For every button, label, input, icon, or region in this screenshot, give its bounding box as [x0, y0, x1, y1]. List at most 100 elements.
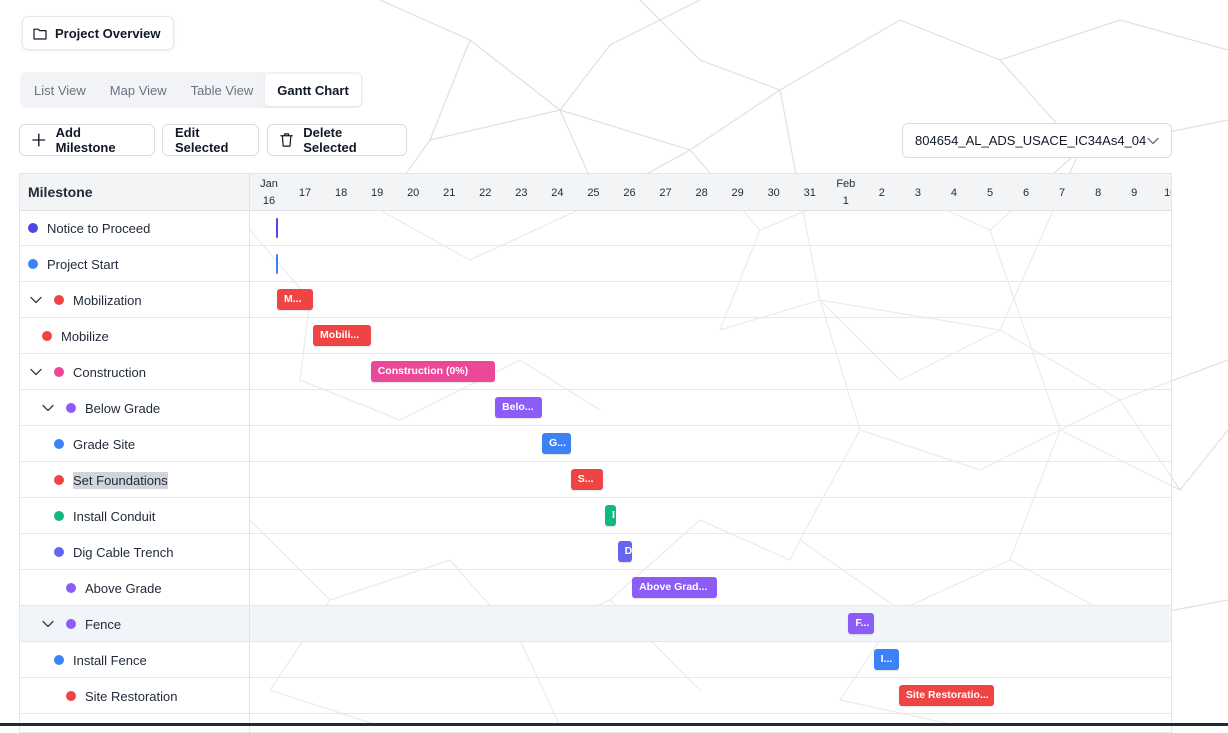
gantt-bar[interactable]: Site Restoratio... [898, 685, 995, 706]
tab-map-view[interactable]: Map View [98, 74, 179, 106]
delete-selected-button[interactable]: Delete Selected [267, 124, 407, 156]
project-overview-label: Project Overview [55, 25, 161, 41]
status-dot [54, 547, 64, 557]
gantt-bar[interactable]: F... [848, 613, 874, 634]
milestone-row-label[interactable]: Set Foundations [54, 462, 168, 498]
gantt-bar[interactable]: Belo... [495, 397, 542, 418]
milestone-name: Notice to Proceed [47, 220, 151, 236]
timeline-day-label: 19 [371, 187, 384, 199]
status-dot [66, 583, 76, 593]
project-select-value: 804654_AL_ADS_USACE_IC34As4_04 [915, 133, 1147, 148]
gantt-row[interactable]: Below Grade Belo... [20, 390, 1171, 426]
timeline-day-label: 23 [515, 187, 528, 199]
gantt-bar[interactable]: Above Grad... [632, 577, 717, 598]
status-dot [54, 475, 64, 485]
milestone-name: Fence [85, 616, 122, 632]
chevron-down-icon[interactable] [29, 365, 43, 379]
timeline-month-label: Feb [836, 178, 856, 190]
gantt-row[interactable]: Notice to Proceed [20, 210, 1171, 246]
milestone-row-label[interactable]: Mobilize [42, 318, 109, 354]
timeline-day-label: 25 [587, 187, 600, 199]
delete-selected-label: Delete Selected [303, 125, 357, 155]
milestone-name: Site Restoration [85, 688, 178, 704]
gantt-bar[interactable]: M... [277, 289, 314, 310]
gantt-bar[interactable]: Construction (0%) [370, 361, 496, 382]
timeline-day-label: 22 [479, 187, 492, 199]
timeline-day-label: 8 [1095, 187, 1102, 199]
timeline-day-label: 24 [551, 187, 564, 199]
timeline-day-label: 18 [334, 187, 348, 199]
timeline-day-label: 28 [695, 187, 708, 199]
timeline-day-label: 21 [443, 187, 456, 199]
add-milestone-button[interactable]: Add Milestone [19, 124, 155, 156]
gantt-bar[interactable]: Mobili... [313, 325, 371, 346]
tab-list-view[interactable]: List View [22, 74, 98, 106]
milestone-name: Grade Site [73, 436, 136, 452]
milestone-row-label[interactable]: Construction [29, 354, 146, 390]
timeline-month-label: Jan [260, 178, 278, 190]
chevron-down-icon [1147, 137, 1159, 144]
timeline-day-label: 29 [731, 187, 744, 199]
milestone-row-label[interactable]: Mobilization [29, 282, 142, 318]
gantt-header: Milestone Jan 16 17 18 19 20 21 22 23 24 25 26 27 28 2… [20, 174, 1171, 211]
gantt-row[interactable]: Dig Cable Trench D [20, 534, 1171, 570]
milestone-column-header: Milestone [28, 184, 93, 200]
milestone-row-label[interactable]: Project Start [28, 246, 119, 282]
gantt-bar[interactable]: S... [570, 469, 604, 490]
view-tabs: List View Map View Table View Gantt Char… [20, 72, 363, 108]
gantt-row[interactable]: Grade Site G... [20, 426, 1171, 462]
timeline-day-label: 2 [878, 187, 885, 199]
milestone-row-label[interactable]: Install Fence [54, 642, 147, 678]
milestone-row-label[interactable]: Above Grade [66, 570, 162, 606]
timeline-day-label: 30 [767, 187, 780, 199]
gantt-chart: Milestone Jan 16 17 18 19 20 21 22 23 24 25 26 27 28 2… [19, 173, 1172, 733]
gantt-bar[interactable]: G... [541, 433, 571, 454]
add-milestone-label: Add Milestone [55, 125, 116, 155]
gantt-bar[interactable]: D [617, 541, 633, 562]
milestone-row-label[interactable]: Site Restoration [66, 678, 178, 714]
chevron-down-icon[interactable] [41, 617, 55, 631]
project-select[interactable]: 804654_AL_ADS_USACE_IC34As4_04 [902, 123, 1172, 158]
gantt-row[interactable]: Project Start [20, 246, 1171, 282]
status-dot [66, 619, 76, 629]
milestone-row-label[interactable]: Dig Cable Trench [54, 534, 173, 570]
milestone-row-label[interactable]: Fence [41, 606, 121, 642]
gantt-row[interactable]: Install Conduit I [20, 498, 1171, 534]
milestone-row-label[interactable]: Install Conduit [54, 498, 155, 534]
gantt-row[interactable]: Above Grade Above Grad... [20, 570, 1171, 606]
tab-label: List View [34, 82, 86, 98]
milestone-row-label[interactable]: Grade Site [54, 426, 135, 462]
chevron-down-icon[interactable] [29, 293, 43, 307]
gantt-row[interactable]: Fence F... [20, 606, 1171, 642]
timeline-day-label: 9 [1131, 187, 1138, 199]
plus-icon [32, 133, 46, 147]
chevron-down-icon[interactable] [41, 401, 55, 415]
milestone-marker[interactable] [276, 218, 278, 238]
milestone-name: Below Grade [85, 400, 161, 416]
column-divider[interactable] [249, 174, 250, 732]
milestone-name: Install Fence [73, 652, 147, 668]
gantt-row[interactable]: Site Restoration Site Restoratio... [20, 678, 1171, 714]
milestone-marker[interactable] [276, 254, 278, 274]
milestone-name: Construction [73, 364, 146, 380]
gantt-row[interactable]: Mobilization M... [20, 282, 1171, 318]
timeline-day-label: 31 [803, 187, 816, 199]
milestone-name: Above Grade [85, 580, 162, 596]
gantt-bar[interactable]: I [605, 505, 617, 526]
gantt-row[interactable]: Construction Construction (0%) [20, 354, 1171, 390]
timeline-day-label: 16 [262, 195, 276, 207]
gantt-row[interactable]: Mobilize Mobili... [20, 318, 1171, 354]
milestone-row-label[interactable]: Below Grade [41, 390, 160, 426]
timeline-day-label: 27 [659, 187, 672, 199]
status-dot [54, 295, 64, 305]
status-dot [42, 331, 52, 341]
tab-gantt-chart[interactable]: Gantt Chart [265, 74, 361, 106]
gantt-row[interactable]: Install Fence I... [20, 642, 1171, 678]
milestone-row-label[interactable]: Notice to Proceed [28, 210, 150, 246]
gantt-bar[interactable]: I... [873, 649, 899, 670]
edit-selected-button[interactable]: Edit Selected [162, 124, 259, 156]
gantt-row[interactable]: Set Foundations S... [20, 462, 1171, 498]
project-overview-button[interactable]: Project Overview [22, 16, 174, 50]
tab-label: Gantt Chart [277, 82, 349, 98]
tab-table-view[interactable]: Table View [179, 74, 266, 106]
